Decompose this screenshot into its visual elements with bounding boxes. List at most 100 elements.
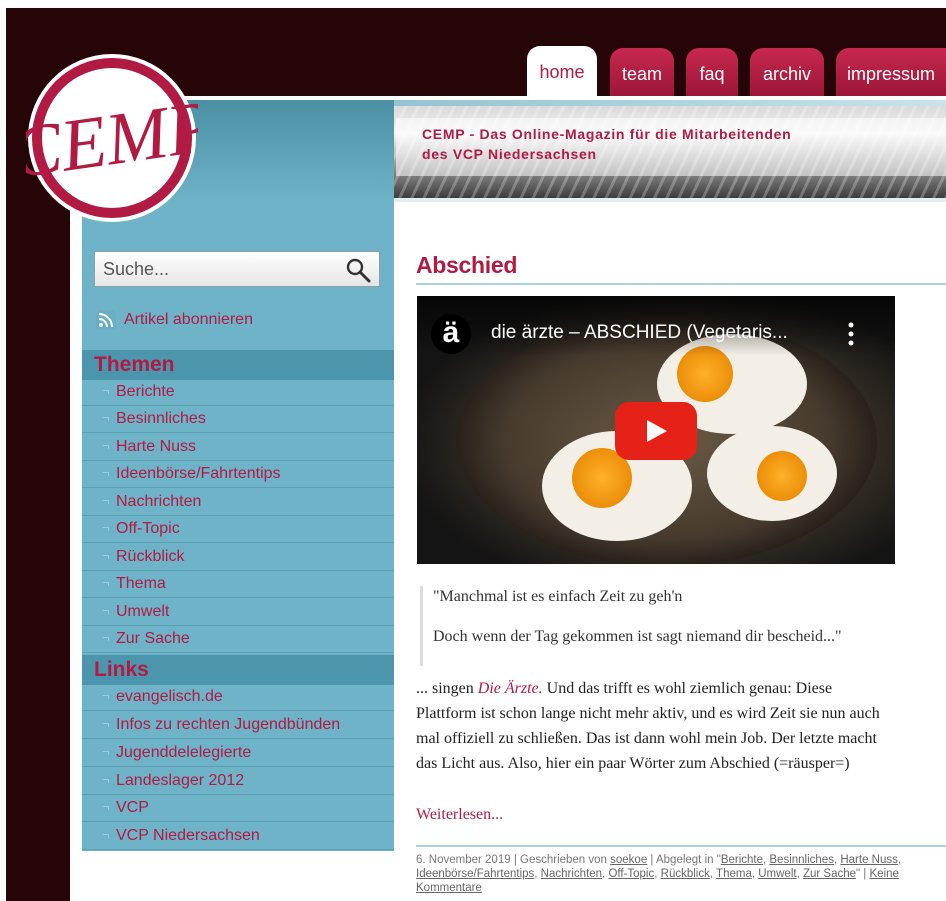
category-link-umwelt[interactable]: Umwelt <box>758 868 796 880</box>
excerpt-text: mal offiziell zu schließen. Das ist dann… <box>416 730 877 747</box>
quote-line: "Manchmal ist es einfach Zeit zu geh'n <box>433 588 683 605</box>
tab-home[interactable]: home <box>527 46 597 96</box>
bullet: ¬ <box>102 575 110 590</box>
theme-label: Berichte <box>116 383 175 400</box>
search-input[interactable] <box>103 258 333 280</box>
category-link-off-topic[interactable]: Off-Topic <box>608 868 654 880</box>
post-date: 6. November 2019 <box>416 854 511 866</box>
theme-label: Ideenbörse/Fahrtentips <box>116 465 281 482</box>
link-label: evangelisch.de <box>116 688 223 705</box>
video-title[interactable]: die ärzte – ABSCHIED (Vegetaris... <box>491 322 788 344</box>
author-link[interactable]: soekoe <box>610 854 647 866</box>
band-name-link[interactable]: Die Ärzte. <box>478 680 543 697</box>
link-item-vcp-niedersachsen[interactable]: ¬ VCP Niedersachsen <box>82 824 394 850</box>
theme-item-rueckblick[interactable]: ¬ Rückblick <box>82 545 394 571</box>
theme-item-thema[interactable]: ¬ Thema <box>82 572 394 598</box>
theme-label: Off-Topic <box>116 520 180 537</box>
video-player[interactable]: ä die ärzte – ABSCHIED (Vegetaris... <box>417 296 895 564</box>
bullet: ¬ <box>102 716 110 731</box>
bullet: ¬ <box>102 799 110 814</box>
theme-item-off-topic[interactable]: ¬ Off-Topic <box>82 517 394 543</box>
bullet: ¬ <box>102 744 110 759</box>
excerpt-text: Und das trifft es wohl ziemlich genau: D… <box>542 680 833 697</box>
site-logo[interactable]: CEMP <box>26 52 198 224</box>
theme-item-ideenboerse[interactable]: ¬ Ideenbörse/Fahrtentips <box>82 462 394 488</box>
bullet: ¬ <box>102 410 110 425</box>
meta-sep: , <box>897 854 902 866</box>
bullet: ¬ <box>102 383 110 398</box>
tagline-line2: des VCP Niedersachsen <box>422 146 597 162</box>
tab-team[interactable]: team <box>610 48 674 96</box>
search-box <box>94 251 380 287</box>
bullet: ¬ <box>102 520 110 535</box>
theme-label: Besinnliches <box>116 410 206 427</box>
tagline-line1: CEMP - Das Online-Magazin für die Mitarb… <box>422 126 792 142</box>
link-label: Infos zu rechten Jugendbünden <box>116 716 341 733</box>
play-button[interactable] <box>615 402 697 460</box>
title-divider <box>416 283 946 285</box>
bullet: ¬ <box>102 827 110 842</box>
link-item-landeslager[interactable]: ¬ Landeslager 2012 <box>82 769 394 795</box>
tab-archiv[interactable]: archiv <box>750 48 824 96</box>
category-link-zur-sache[interactable]: Zur Sache <box>803 868 856 880</box>
link-label: Jugenddelelegierte <box>116 744 252 761</box>
bullet: ¬ <box>102 548 110 563</box>
excerpt-text: Plattform ist schon lange nicht mehr akt… <box>416 705 880 722</box>
thumbnail-yolk <box>757 451 807 501</box>
category-link-harte-nuss[interactable]: Harte Nuss <box>840 854 898 866</box>
tab-faq[interactable]: faq <box>686 48 738 96</box>
site-tagline: CEMP - Das Online-Magazin für die Mitarb… <box>422 124 942 164</box>
themes-heading: Themen <box>82 350 394 380</box>
meta-divider <box>416 845 946 847</box>
meta-text: " | <box>856 868 870 880</box>
theme-label: Umwelt <box>116 603 170 620</box>
theme-item-umwelt[interactable]: ¬ Umwelt <box>82 600 394 626</box>
tab-impressum[interactable]: impressum <box>836 48 946 96</box>
category-link-nachrichten[interactable]: Nachrichten <box>541 868 602 880</box>
link-item-vcp[interactable]: ¬ VCP <box>82 796 394 822</box>
meta-text: | Abgelegt in " <box>647 854 721 866</box>
meta-text: | Geschrieben von <box>510 854 611 866</box>
bullet: ¬ <box>102 688 110 703</box>
excerpt-text: das Licht aus. Also, hier ein paar Wörte… <box>416 755 850 772</box>
more-options-icon[interactable] <box>845 320 857 348</box>
category-link-thema[interactable]: Thema <box>716 868 752 880</box>
play-icon <box>647 420 667 442</box>
category-link-rueckblick[interactable]: Rückblick <box>661 868 710 880</box>
link-label: VCP <box>116 799 149 816</box>
theme-item-nachrichten[interactable]: ¬ Nachrichten <box>82 490 394 516</box>
top-margin <box>6 0 946 8</box>
theme-label: Nachrichten <box>116 493 202 510</box>
theme-item-besinnliches[interactable]: ¬ Besinnliches <box>82 407 394 433</box>
bullet: ¬ <box>102 630 110 645</box>
post-title[interactable]: Abschied <box>416 252 517 279</box>
bullet: ¬ <box>102 438 110 453</box>
link-item-evangelisch[interactable]: ¬ evangelisch.de <box>82 685 394 711</box>
theme-item-berichte[interactable]: ¬ Berichte <box>82 380 394 406</box>
theme-item-zur-sache[interactable]: ¬ Zur Sache <box>82 627 394 653</box>
theme-label: Thema <box>116 575 166 592</box>
bullet: ¬ <box>102 772 110 787</box>
theme-label: Harte Nuss <box>116 438 197 455</box>
links-heading: Links <box>82 655 394 685</box>
channel-avatar[interactable]: ä <box>431 314 471 354</box>
post-quote: "Manchmal ist es einfach Zeit zu geh'n D… <box>420 586 933 666</box>
link-item-jugendbuende[interactable]: ¬ Infos zu rechten Jugendbünden <box>82 713 394 739</box>
search-icon[interactable] <box>345 257 371 283</box>
link-label: Landeslager 2012 <box>116 772 245 789</box>
bullet: ¬ <box>102 465 110 480</box>
bullet: ¬ <box>102 603 110 618</box>
rss-feed-icon <box>96 310 116 330</box>
category-link-berichte[interactable]: Berichte <box>721 854 763 866</box>
read-more-link[interactable]: Weiterlesen... <box>416 806 503 824</box>
post-meta: 6. November 2019 | Geschrieben von soeko… <box>416 853 941 895</box>
link-label: VCP Niedersachsen <box>116 827 260 844</box>
subscribe-label: Artikel abonnieren <box>124 311 253 328</box>
theme-item-harte-nuss[interactable]: ¬ Harte Nuss <box>82 435 394 461</box>
post-excerpt: ... singen Die Ärzte. Und das trifft es … <box>416 676 946 776</box>
link-item-jugenddelegierte[interactable]: ¬ Jugenddelelegierte <box>82 741 394 767</box>
theme-label: Rückblick <box>116 548 185 565</box>
category-link-besinnliches[interactable]: Besinnliches <box>769 854 834 866</box>
category-link-ideenboerse[interactable]: Ideenbörse/Fahrtentips <box>416 868 534 880</box>
bullet: ¬ <box>102 493 110 508</box>
